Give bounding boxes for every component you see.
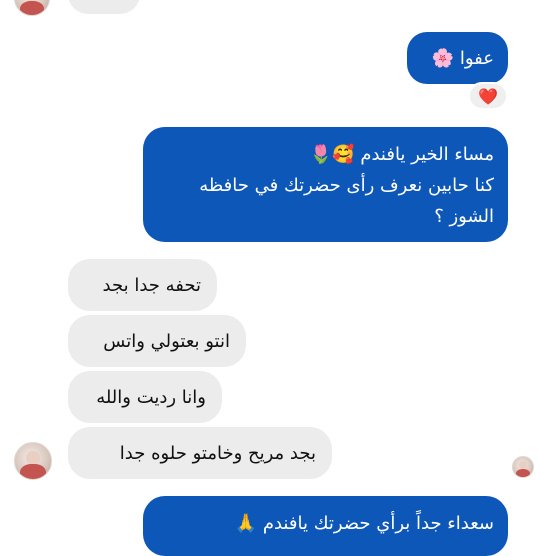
- message-text: تحفه جدا بجد: [102, 275, 201, 296]
- greeting-line-1: مساء الخير يافندم: [360, 144, 494, 165]
- heart-icon: ❤️: [478, 86, 498, 106]
- contact-avatar-top[interactable]: [14, 0, 50, 16]
- greeting-line-3: الشوز ؟: [434, 206, 494, 227]
- flower-emoji-icon: 🌸: [431, 48, 455, 69]
- heart-reaction-badge[interactable]: ❤️: [468, 82, 508, 110]
- pray-hands-emoji-icon: 🙏: [234, 513, 258, 534]
- message-text: سعداء جداً برأي حضرتك يافندم: [262, 513, 494, 534]
- incoming-message-4[interactable]: بجد مريح وخامتو حلوه جدا: [68, 427, 332, 479]
- incoming-message-cut[interactable]: [68, 0, 140, 14]
- avatar-clothing: [516, 468, 530, 477]
- outgoing-message-final[interactable]: سعداء جداً برأي حضرتك يافندم 🙏: [143, 496, 508, 556]
- message-text: وانا رديت والله: [96, 387, 206, 408]
- incoming-message-1[interactable]: تحفه جدا بجد: [68, 259, 217, 311]
- outgoing-message-thanks[interactable]: عفوا 🌸: [407, 32, 508, 84]
- message-text: عفوا: [459, 48, 494, 69]
- avatar-clothing: [20, 0, 44, 15]
- incoming-message-3[interactable]: وانا رديت والله: [68, 371, 222, 423]
- avatar-clothing: [20, 463, 46, 479]
- greeting-line-2: كنا حابين نعرف رأى حضرتك في حافظه: [199, 175, 494, 196]
- outgoing-message-greeting[interactable]: مساء الخير يافندم 🥰🌷 كنا حابين نعرف رأى …: [143, 127, 508, 242]
- seen-indicator-avatar: [512, 456, 534, 478]
- smile-tulip-emoji-icon: 🥰🌷: [309, 144, 355, 165]
- contact-avatar[interactable]: [14, 442, 52, 480]
- incoming-message-2[interactable]: انتو بعتولي واتس: [68, 315, 246, 367]
- message-text: انتو بعتولي واتس: [103, 331, 230, 352]
- message-text: بجد مريح وخامتو حلوه جدا: [119, 443, 316, 464]
